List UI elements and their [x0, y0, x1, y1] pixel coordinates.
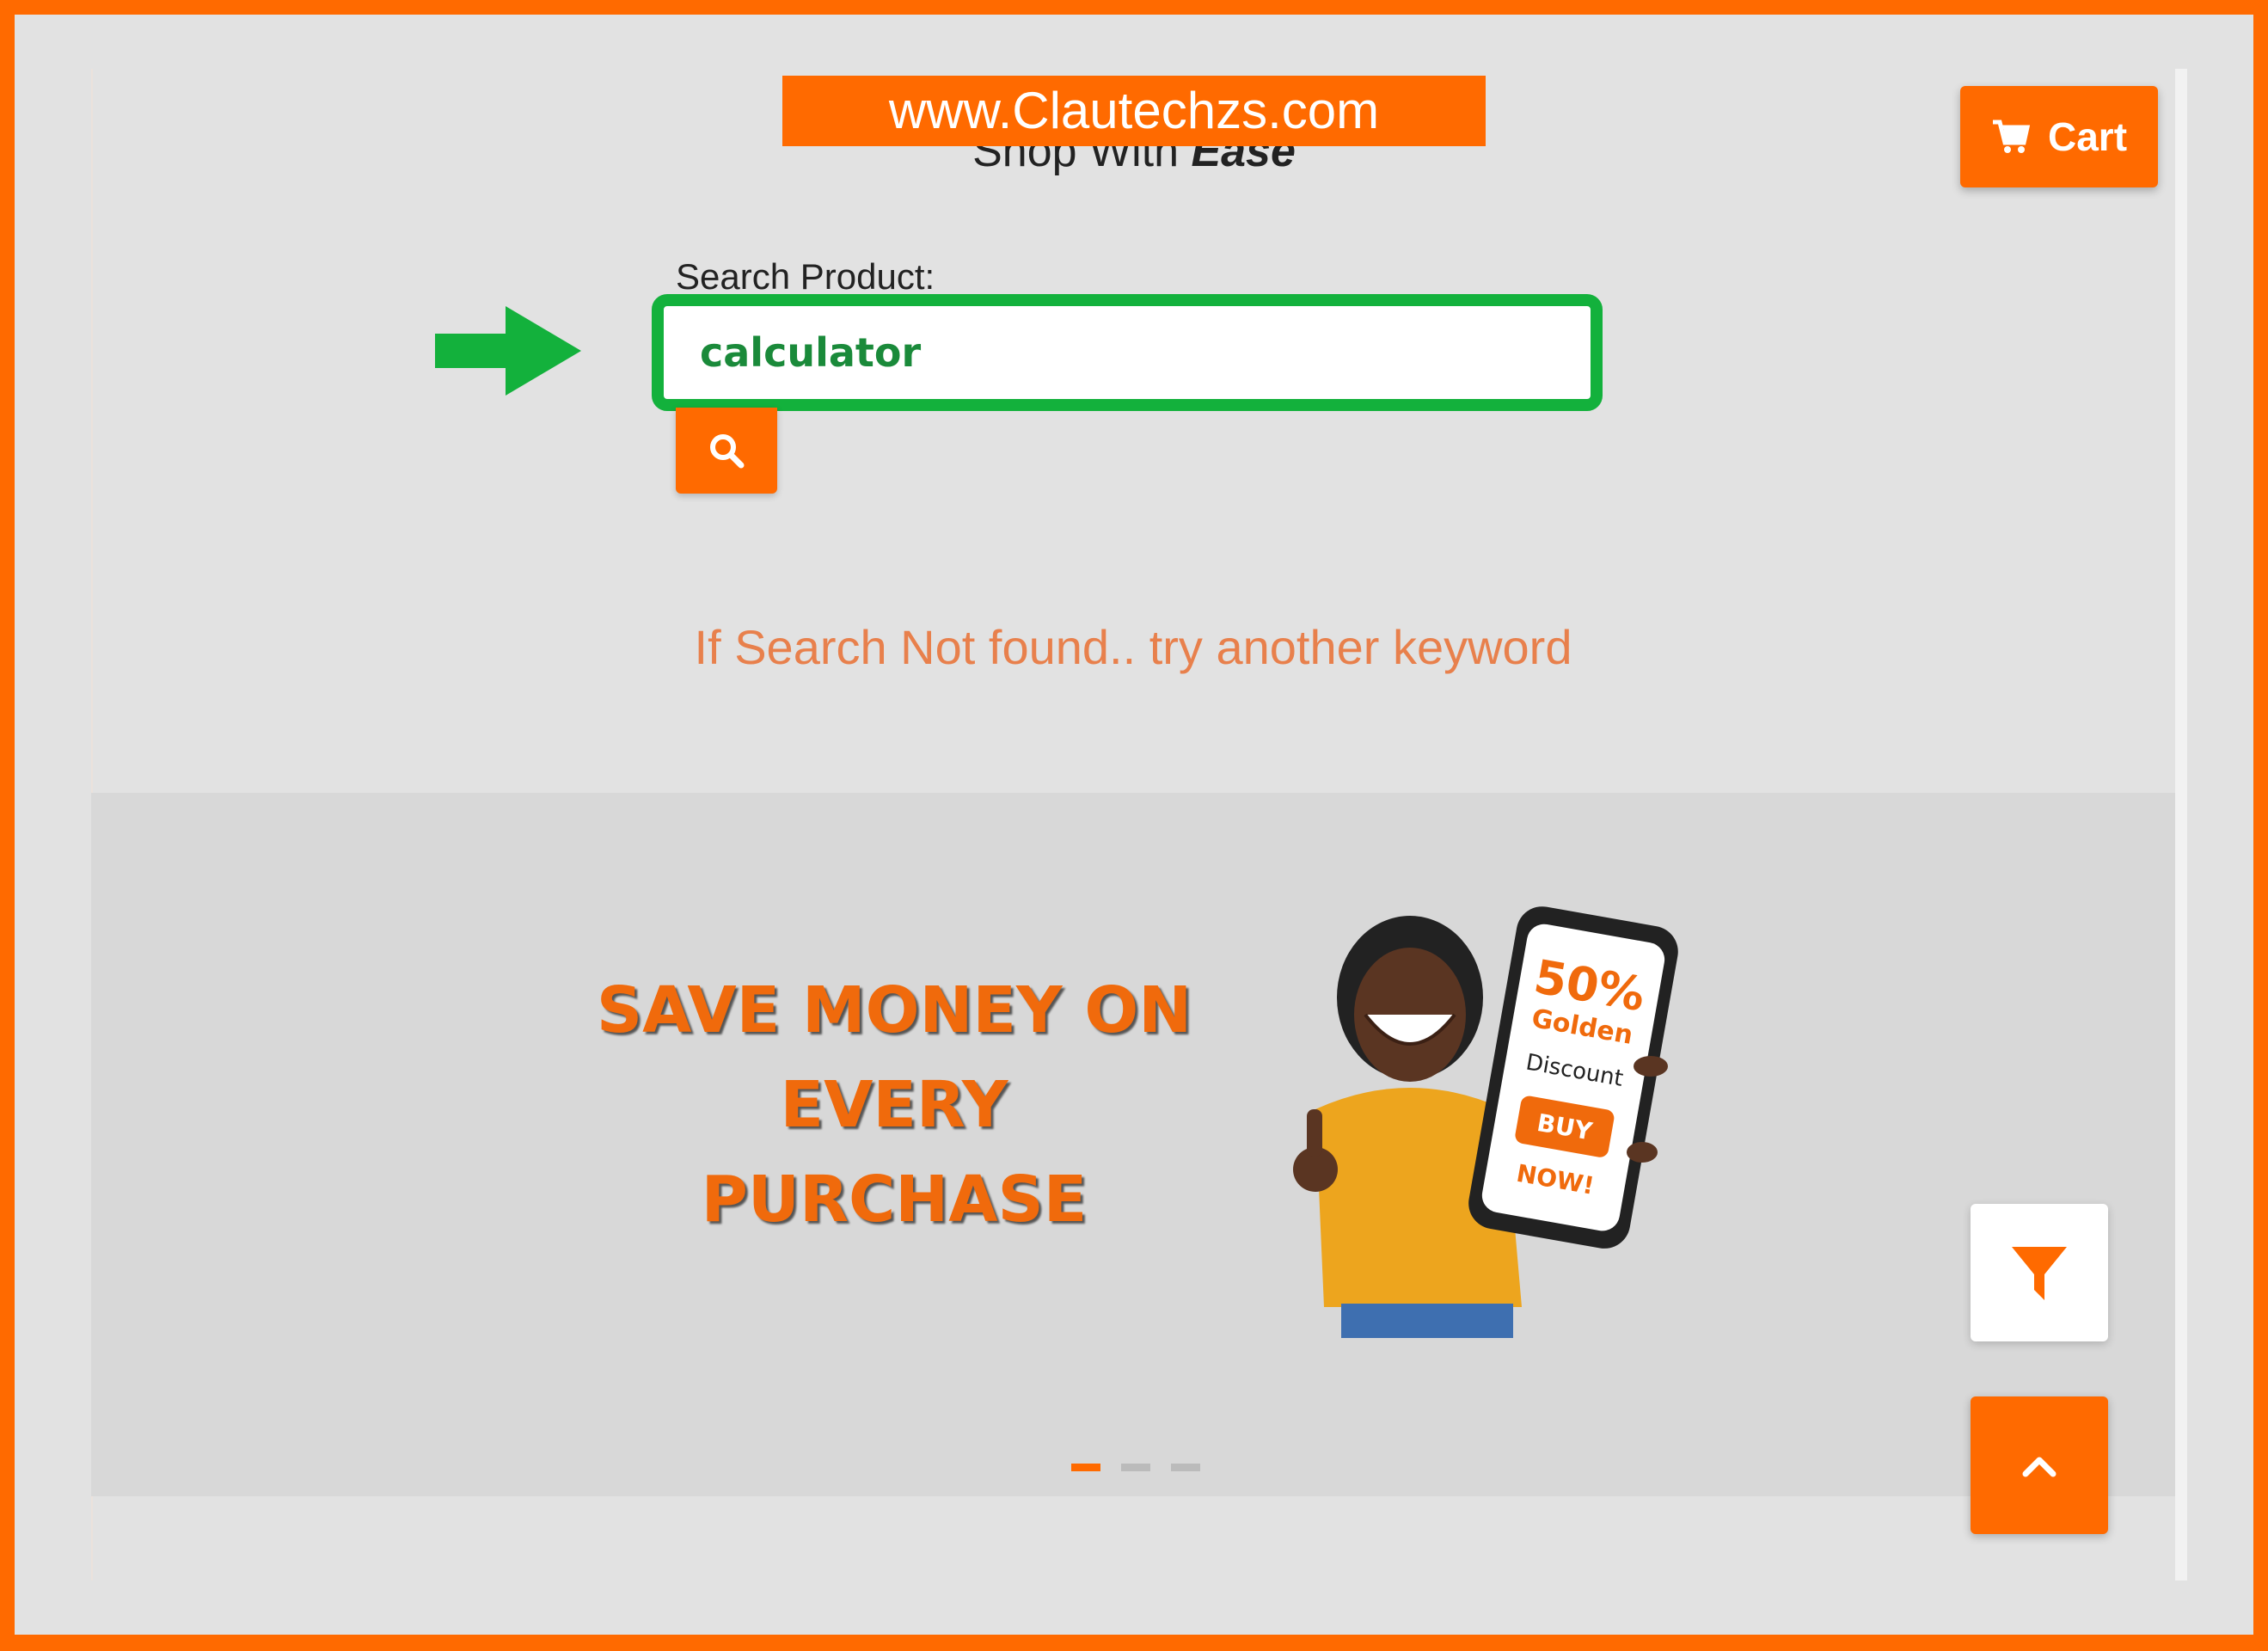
promo-line-3: PURCHASE	[701, 1163, 1088, 1237]
search-input[interactable]	[664, 306, 1591, 399]
search-label: Search Product:	[676, 256, 935, 297]
watermark-banner: www.Clautechzs.com	[782, 76, 1486, 146]
carousel-dot[interactable]	[1071, 1464, 1100, 1471]
search-input-box	[652, 294, 1603, 411]
arrow-right-icon	[435, 306, 581, 396]
search-icon	[710, 434, 745, 469]
search-button[interactable]	[676, 408, 777, 494]
promo-line-1: SAVE MONEY ON	[596, 973, 1192, 1047]
carousel-dot[interactable]	[1171, 1464, 1200, 1471]
chevron-up-icon	[2022, 1457, 2057, 1477]
carousel-indicators	[1071, 1464, 1200, 1471]
search-notice: If Search Not found.. try another keywor…	[694, 620, 1572, 674]
carousel-dot[interactable]	[1121, 1464, 1150, 1471]
promo-line-2: EVERY	[780, 1068, 1008, 1142]
promo-image: 50% Golden Discount BUY NOW!	[1293, 906, 1678, 1338]
cart-icon	[1992, 120, 2031, 153]
cart-button[interactable]: Cart	[1960, 86, 2158, 187]
promo-headline: SAVE MONEY ON EVERY PURCHASE	[542, 963, 1247, 1247]
back-to-top-button[interactable]	[1971, 1396, 2108, 1534]
scrollbar-rail[interactable]	[2175, 69, 2187, 1580]
filter-button[interactable]	[1971, 1204, 2108, 1341]
filter-icon	[2012, 1247, 2067, 1300]
cart-label: Cart	[2047, 114, 2128, 159]
